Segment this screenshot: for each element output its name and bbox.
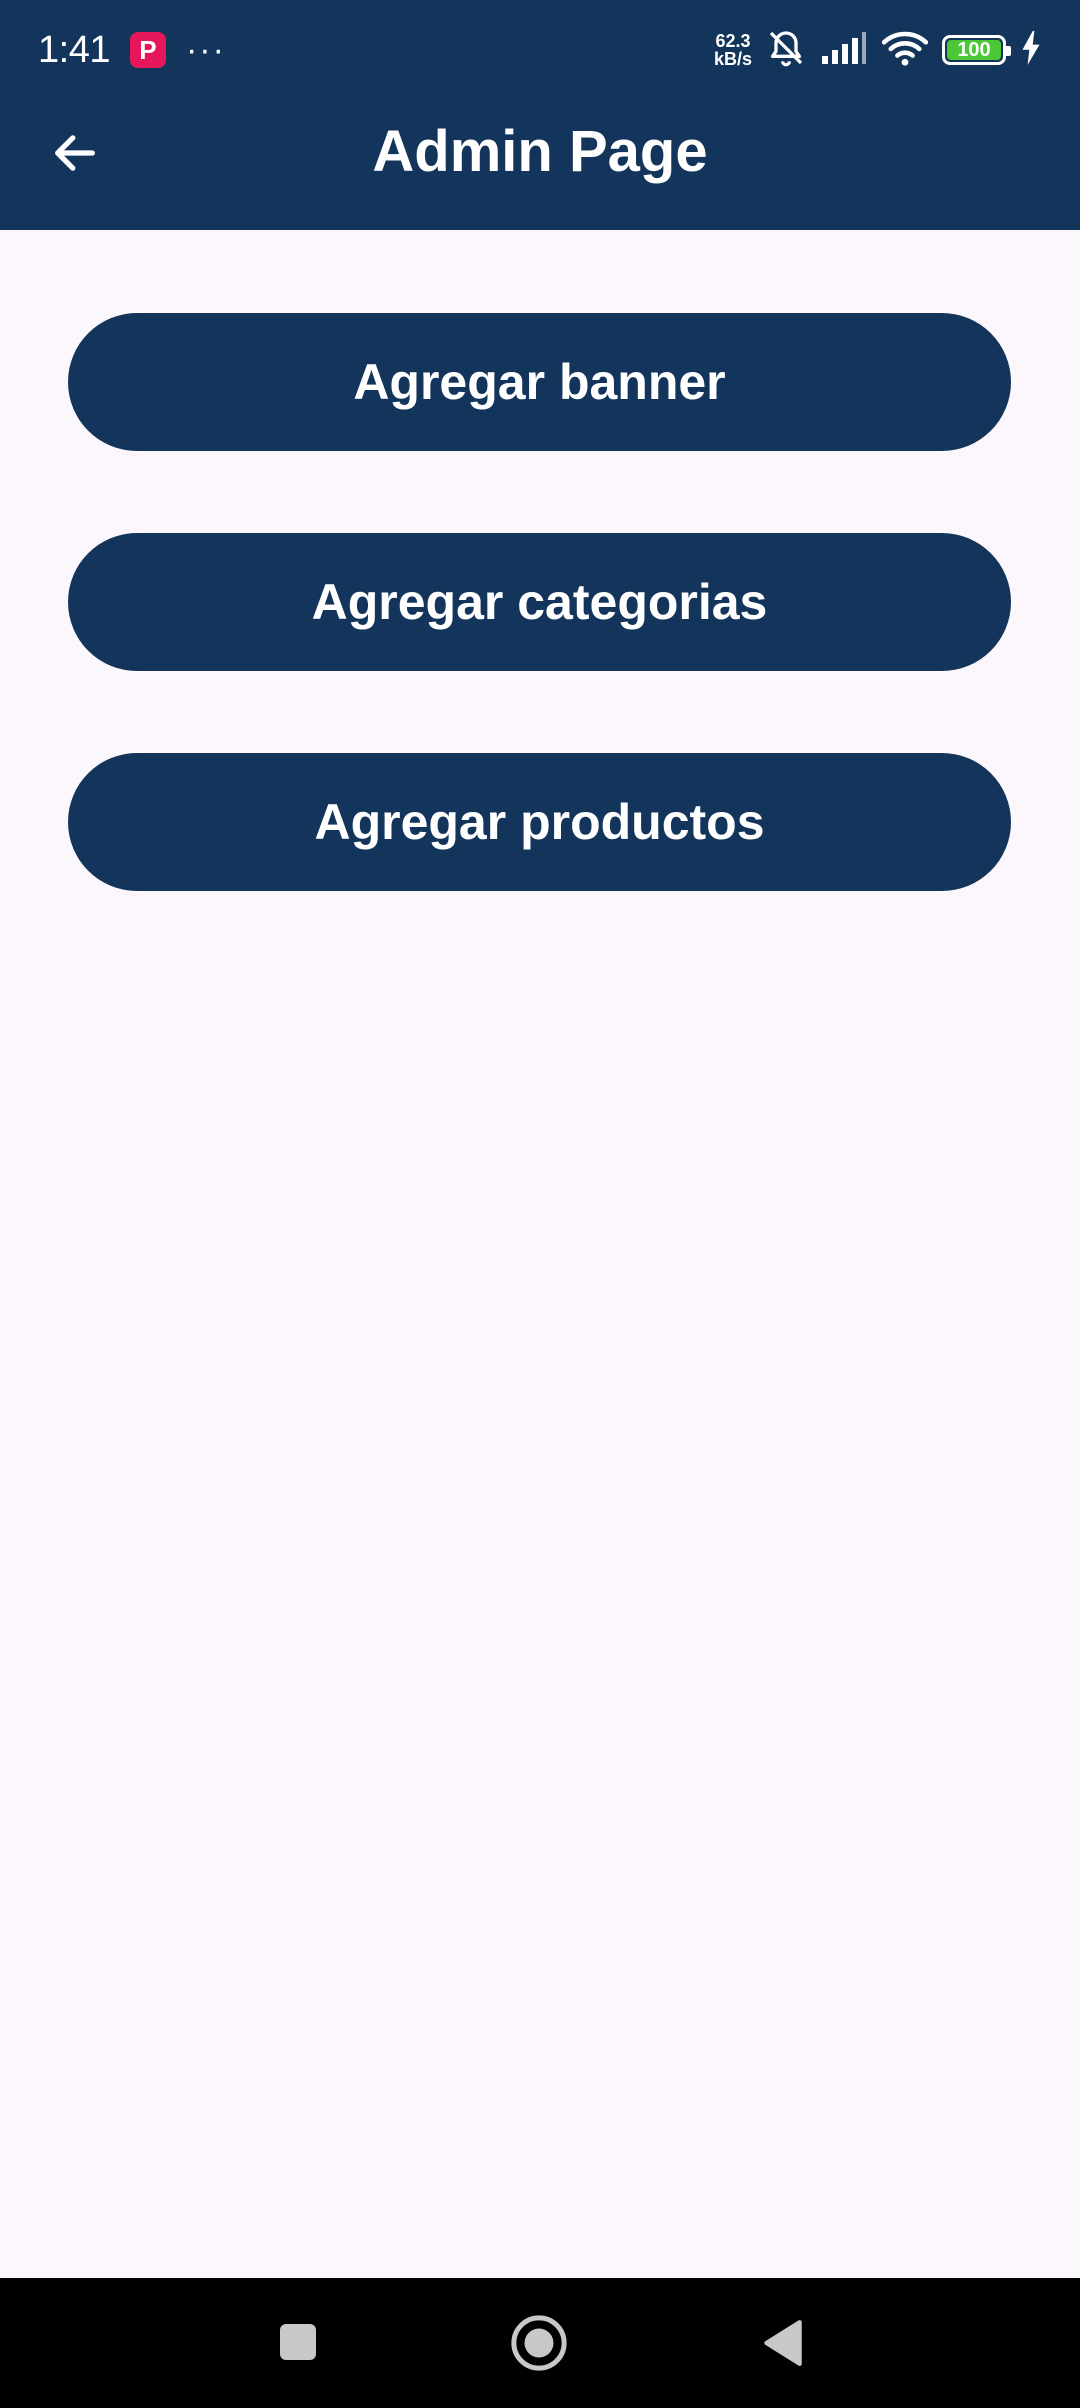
status-left: 1:41 P ··· [38, 29, 226, 72]
system-back-button[interactable] [752, 2314, 814, 2376]
battery-level: 100 [957, 38, 991, 61]
add-products-button[interactable]: Agregar productos [68, 753, 1011, 891]
add-banner-button[interactable]: Agregar banner [68, 313, 1011, 451]
status-time: 1:41 [38, 28, 110, 71]
page-title: Admin Page [372, 119, 708, 184]
charging-icon [1020, 30, 1042, 70]
square-icon [278, 2322, 318, 2367]
add-categories-button[interactable]: Agregar categorias [68, 533, 1011, 671]
home-button[interactable] [508, 2314, 570, 2376]
triangle-back-icon [762, 2318, 804, 2373]
signal-icon [820, 30, 868, 71]
app-bar: Admin Page [0, 100, 1080, 230]
status-right: 62.3 kB/s 100 [714, 28, 1042, 73]
bell-off-icon [766, 28, 806, 73]
system-navigation-bar [0, 2278, 1080, 2408]
circle-icon [510, 2314, 568, 2377]
app-notification-icon: P [129, 32, 166, 68]
battery-indicator: 100 [942, 35, 1011, 65]
recents-button[interactable] [268, 2314, 328, 2374]
status-bar: 1:41 P ··· 62.3 kB/s 100 [0, 0, 1080, 100]
top-app-area: 1:41 P ··· 62.3 kB/s 100 Admin Page [0, 0, 1080, 230]
wifi-icon [881, 29, 929, 72]
network-speed: 62.3 kB/s [714, 32, 752, 68]
more-notifications-icon: ··· [185, 30, 226, 69]
network-speed-unit: kB/s [713, 49, 752, 69]
network-speed-value: 62.3 [715, 31, 751, 51]
